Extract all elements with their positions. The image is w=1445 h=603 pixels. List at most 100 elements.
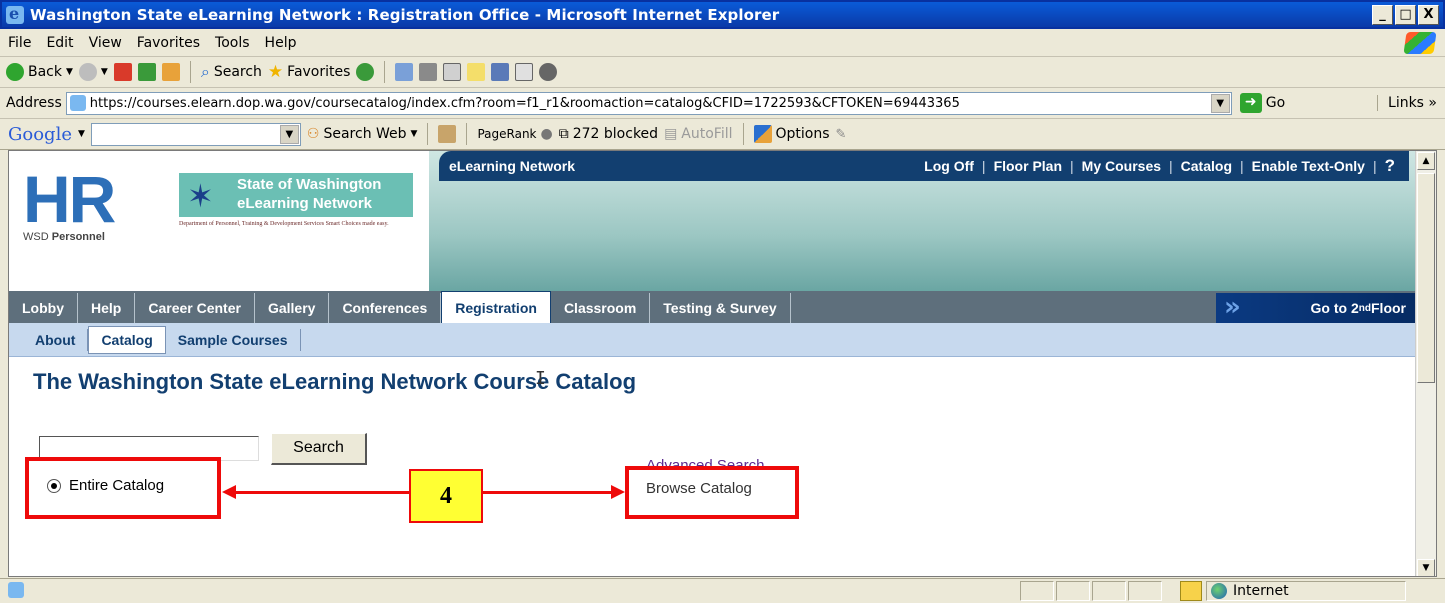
tab-career-center[interactable]: Career Center: [135, 293, 255, 323]
menu-favorites[interactable]: Favorites: [137, 35, 200, 51]
research-icon[interactable]: [491, 63, 510, 81]
scroll-down-arrow-icon[interactable]: ▼: [1417, 559, 1435, 576]
text-only-link[interactable]: Enable Text-Only: [1252, 158, 1365, 174]
google-search-dropdown[interactable]: ▼: [279, 124, 299, 144]
help-icon[interactable]: ?: [1385, 156, 1395, 176]
page-icon: [69, 95, 86, 111]
messenger-icon[interactable]: [515, 63, 534, 81]
nav-divider: |: [1240, 158, 1244, 174]
globe-icon: [1211, 583, 1227, 599]
mail-icon[interactable]: [395, 63, 414, 81]
google-logo[interactable]: Google: [8, 124, 72, 145]
status-pane: [1092, 581, 1126, 601]
user-icon[interactable]: [539, 63, 558, 81]
go-button[interactable]: ➜ Go: [1239, 93, 1285, 113]
favorites-button[interactable]: ★ Favorites: [268, 62, 351, 82]
autofill-label: AutoFill: [681, 126, 733, 142]
info-icon: ●: [540, 126, 553, 142]
scroll-up-arrow-icon[interactable]: ▲: [1417, 152, 1435, 170]
vertical-scrollbar[interactable]: ▲ ▼: [1415, 151, 1436, 576]
edit-icon[interactable]: [443, 63, 462, 81]
tab-registration[interactable]: Registration: [441, 291, 551, 323]
top-navigation: eLearning Network Log Off | Floor Plan |…: [439, 151, 1409, 181]
zone-label: Internet: [1233, 583, 1289, 599]
sub-tabs: About Catalog Sample Courses: [9, 323, 1416, 357]
status-bar: Internet: [0, 578, 1445, 603]
annotation-arrow-line-left: [235, 491, 409, 494]
options-label: Options: [775, 126, 830, 142]
page-status-icon: [8, 582, 24, 598]
minimize-button[interactable]: _: [1372, 5, 1393, 25]
catalog-link[interactable]: Catalog: [1181, 158, 1232, 174]
security-zone[interactable]: Internet: [1206, 581, 1406, 601]
menu-tools[interactable]: Tools: [215, 35, 250, 51]
person-figure-icon: ✶: [187, 177, 214, 215]
tab-classroom[interactable]: Classroom: [551, 293, 651, 323]
menu-file[interactable]: File: [8, 35, 31, 51]
close-button[interactable]: X: [1418, 5, 1439, 25]
chevron-down-icon: ▼: [100, 67, 108, 77]
binoculars-icon: ⚇: [306, 126, 320, 142]
search-web-button[interactable]: ⚇ Search Web ▼: [307, 126, 418, 142]
search-button[interactable]: ⌕ Search: [201, 62, 262, 82]
back-label: Back: [28, 64, 62, 80]
google-search-input[interactable]: ▼: [90, 122, 301, 146]
tab-gallery[interactable]: Gallery: [255, 293, 330, 323]
window-controls: _ □ X: [1372, 5, 1439, 25]
annotation-highlight-browse-catalog: [625, 466, 799, 519]
floor-plan-link[interactable]: Floor Plan: [994, 158, 1062, 174]
main-tabs: Lobby Help Career Center Gallery Confere…: [9, 291, 1416, 323]
chevron-down-icon: ▼: [66, 67, 73, 77]
scroll-thumb[interactable]: [1417, 173, 1435, 383]
menu-help[interactable]: Help: [265, 35, 297, 51]
home-icon[interactable]: [161, 63, 180, 81]
search-icon: ⌕: [200, 62, 210, 81]
address-field[interactable]: https://courses.elearn.dop.wa.gov/course…: [65, 91, 1232, 115]
autofill-icon: ▤: [664, 126, 678, 142]
log-off-link[interactable]: Log Off: [924, 158, 974, 174]
options-button[interactable]: Options: [753, 125, 830, 143]
tab-lobby[interactable]: Lobby: [9, 293, 78, 323]
top-nav-links: Log Off | Floor Plan | My Courses | Cata…: [924, 156, 1395, 176]
chevron-down-icon[interactable]: ▼: [78, 129, 85, 139]
catalog-search-button[interactable]: Search: [271, 433, 367, 465]
hr-logo-personnel: Personnel: [51, 231, 105, 243]
status-panes: [1020, 581, 1162, 601]
floor-suffix: Floor: [1371, 300, 1406, 316]
tab-conferences[interactable]: Conferences: [329, 293, 442, 323]
toolbar-separator: [427, 123, 429, 145]
subtab-sample-courses[interactable]: Sample Courses: [166, 328, 301, 351]
menu-bar: File Edit View Favorites Tools Help: [0, 29, 1445, 57]
annotation-highlight-entire-catalog: [25, 457, 221, 519]
maximize-button[interactable]: □: [1395, 5, 1416, 25]
discuss-icon[interactable]: [467, 63, 486, 81]
toolbar-separator: [742, 123, 744, 145]
stop-icon[interactable]: [113, 63, 132, 81]
go-to-2nd-floor-button[interactable]: » Go to 2nd Floor: [1216, 293, 1416, 323]
annotation-arrowhead-right: [611, 485, 625, 499]
pencil-icon[interactable]: ✎: [836, 127, 847, 142]
forward-button[interactable]: ▼: [78, 63, 108, 81]
tab-help[interactable]: Help: [78, 293, 136, 323]
subtab-catalog[interactable]: Catalog: [88, 325, 166, 354]
subtab-about[interactable]: About: [23, 328, 89, 351]
back-button[interactable]: Back ▼: [6, 63, 73, 81]
menu-edit[interactable]: Edit: [46, 35, 73, 51]
tab-testing-survey[interactable]: Testing & Survey: [650, 293, 791, 323]
lock-icon[interactable]: [1180, 581, 1202, 601]
menu-view[interactable]: View: [89, 35, 122, 51]
popup-blocker-button[interactable]: ⧉ 272 blocked: [559, 126, 658, 142]
my-courses-link[interactable]: My Courses: [1082, 158, 1161, 174]
annotation-step-number: 4: [409, 469, 483, 523]
pagerank-button[interactable]: PageRank ●: [477, 126, 552, 142]
hr-logo-subtitle: WSD Personnel: [23, 231, 143, 243]
google-toolbar: Google ▼ ▼ ⚇ Search Web ▼ PageRank ● ⧉ 2…: [0, 119, 1445, 150]
refresh-icon[interactable]: [137, 63, 156, 81]
hr-logo-letters: HR: [23, 162, 116, 236]
news-icon[interactable]: [438, 125, 457, 143]
print-icon[interactable]: [419, 63, 438, 81]
links-button[interactable]: Links »: [1377, 95, 1437, 111]
autofill-button[interactable]: ▤ AutoFill: [664, 126, 732, 142]
address-dropdown[interactable]: ▼: [1210, 93, 1230, 113]
media-icon[interactable]: [356, 63, 375, 81]
